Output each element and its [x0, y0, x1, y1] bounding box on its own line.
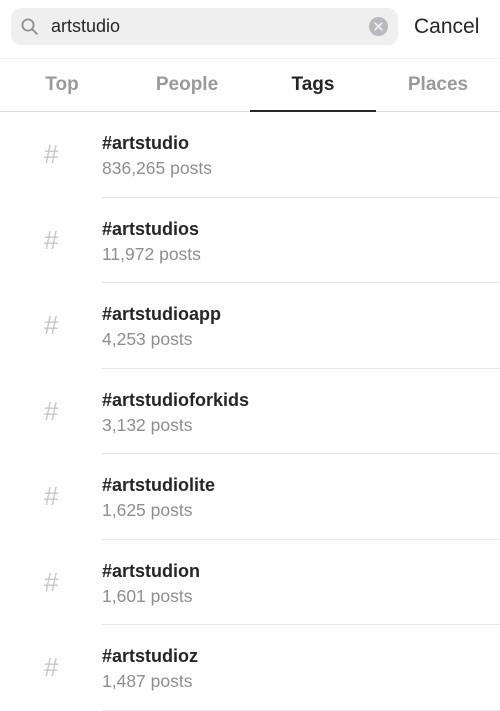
search-tabs: Top People Tags Places	[0, 58, 500, 112]
tag-name: #artstudioz	[102, 646, 199, 666]
tag-result-item[interactable]: # #artstudioapp 4,253 posts	[0, 283, 500, 369]
hashtag-icon: #	[44, 139, 59, 169]
tag-result-item[interactable]: # #artstudioforkids 3,132 posts	[0, 369, 500, 454]
tag-name: #artstudioapp	[102, 304, 222, 324]
row-divider	[102, 709, 500, 711]
tag-post-count: 3,132 posts	[102, 414, 193, 435]
tag-post-count: 11,972 posts	[102, 243, 201, 264]
hashtag-icon: #	[44, 566, 59, 597]
search-input[interactable]: artstudio	[11, 8, 398, 45]
tag-results-list: # #artstudio 836,265 posts # #artstudios…	[0, 112, 500, 711]
tab-people[interactable]: People	[124, 59, 250, 111]
tag-post-count: 1,625 posts	[102, 500, 193, 520]
tag-result-item[interactable]: # #artstudios 11,972 posts	[0, 198, 500, 283]
search-header: artstudio Cancel	[0, 0, 500, 56]
tag-result-item[interactable]: # #artstudioz 1,487 posts	[0, 625, 500, 711]
tag-post-count: 1,487 posts	[102, 671, 193, 691]
tag-result-item[interactable]: # #artstudiolite 1,625 posts	[0, 454, 500, 540]
search-icon	[21, 18, 38, 35]
tab-top[interactable]: Top	[0, 59, 124, 111]
search-query-text[interactable]: artstudio	[51, 8, 120, 45]
clear-icon[interactable]	[369, 17, 388, 36]
hashtag-icon: #	[44, 224, 59, 255]
hashtag-icon: #	[44, 652, 59, 682]
cancel-button[interactable]: Cancel	[414, 8, 479, 45]
tag-name: #artstudio	[102, 133, 190, 153]
hashtag-icon: #	[44, 481, 59, 511]
tab-places[interactable]: Places	[376, 59, 500, 111]
tab-tags[interactable]: Tags	[250, 59, 376, 111]
tag-name: #artstudion	[102, 560, 201, 581]
tag-result-item[interactable]: # #artstudion 1,601 posts	[0, 540, 500, 625]
tag-result-item[interactable]: # #artstudio 836,265 posts	[0, 112, 500, 198]
tag-post-count: 836,265 posts	[102, 158, 212, 178]
tag-post-count: 1,601 posts	[102, 585, 193, 606]
tag-name: #artstudios	[102, 218, 200, 239]
hashtag-icon: #	[44, 310, 59, 340]
tag-post-count: 4,253 posts	[102, 329, 193, 349]
hashtag-icon: #	[44, 395, 59, 426]
tag-name: #artstudioforkids	[102, 389, 250, 410]
tag-name: #artstudiolite	[102, 475, 216, 495]
